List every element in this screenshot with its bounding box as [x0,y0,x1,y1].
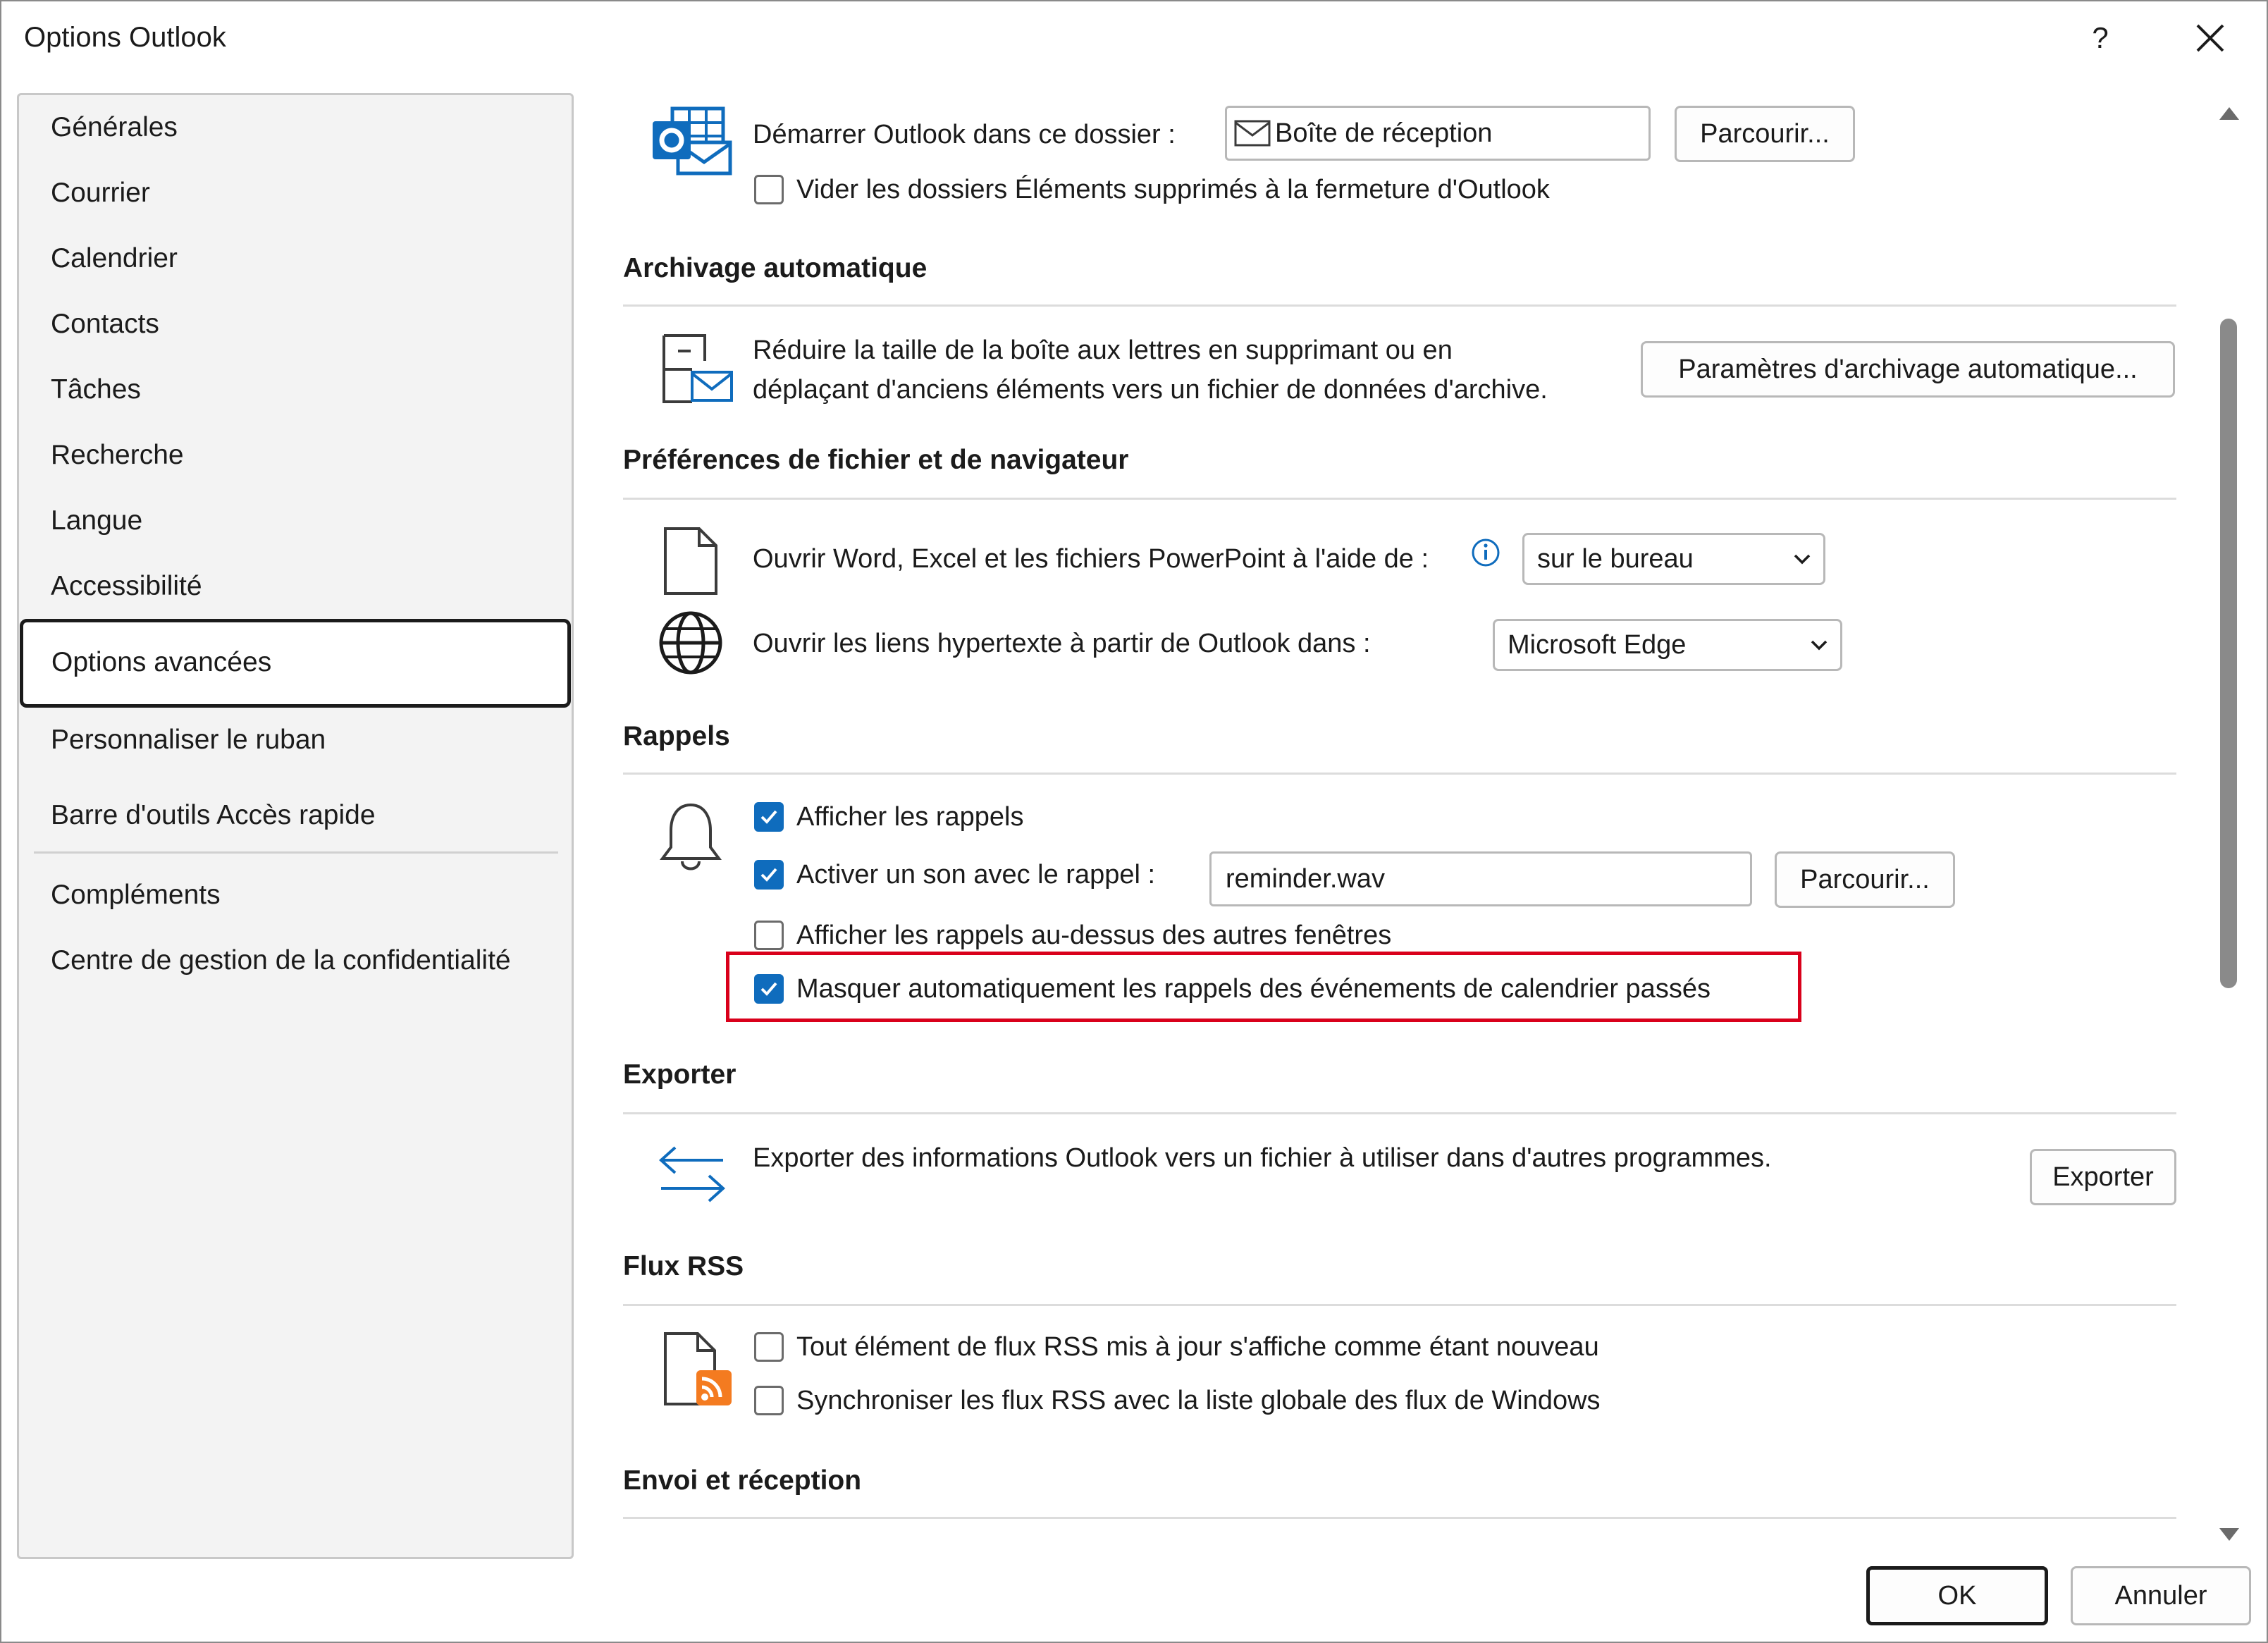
reminder-sound-field[interactable]: reminder.wav [1209,851,1752,906]
rss-sync-label: Synchroniser les flux RSS avec la liste … [796,1386,1601,1415]
open-files-select[interactable]: sur le bureau [1522,533,1825,585]
send-receive-header: Envoi et réception [623,1465,862,1496]
sidebar-item-contacts[interactable]: Contacts [51,308,159,340]
sidebar-item-centre-confidentialite[interactable]: Centre de gestion de la confidentialité [51,944,511,977]
rss-new-checkbox[interactable] [754,1332,784,1362]
sidebar-item-taches[interactable]: Tâches [51,374,141,406]
sidebar-item-courrier[interactable]: Courrier [51,177,150,209]
open-links-value: Microsoft Edge [1508,629,1687,660]
reminder-sound-label: Activer un son avec le rappel : [796,860,1156,890]
auto-dismiss-label: Masquer automatiquement les rappels des … [796,974,1711,1004]
autoarchive-description-line2: déplaçant d'anciens éléments vers un fic… [753,375,1548,405]
reminder-sound-checkbox[interactable] [754,860,784,890]
start-folder-label: Démarrer Outlook dans ce dossier : [753,120,1176,149]
export-arrows-icon [659,1146,725,1202]
open-files-value: sur le bureau [1537,543,1694,574]
rss-new-label: Tout élément de flux RSS mis à jour s'af… [796,1332,1599,1362]
start-folder-value: Boîte de réception [1275,118,1493,148]
sidebar-item-generales[interactable]: Générales [51,111,178,144]
sidebar-item-recherche[interactable]: Recherche [51,439,184,472]
sidebar-item-calendrier[interactable]: Calendrier [51,242,178,275]
sidebar-item-options-avancees[interactable]: Options avancées [20,619,571,708]
scroll-up-arrow-icon[interactable] [2217,104,2241,123]
show-reminders-label: Afficher les rappels [796,802,1024,832]
rss-sync-checkbox[interactable] [754,1386,784,1415]
content-scrollbar[interactable] [2209,94,2250,1558]
start-folder-browse-button[interactable]: Parcourir... [1675,106,1855,162]
checkmark-icon [760,810,777,824]
sidebar-divider [34,851,558,854]
auto-dismiss-checkbox[interactable] [754,974,784,1004]
archive-mailbox-icon [662,334,733,403]
rss-divider [623,1304,2176,1306]
window-title: Options Outlook [24,22,226,53]
chevron-down-icon [1811,640,1828,651]
scroll-down-arrow-icon[interactable] [2217,1525,2241,1544]
envelope-icon [1234,120,1271,147]
sidebar-item-complements[interactable]: Compléments [51,879,221,911]
sidebar-item-accessibilite[interactable]: Accessibilité [51,570,202,603]
rss-feed-icon [664,1332,732,1405]
open-links-label: Ouvrir les liens hypertexte à partir de … [753,629,1371,658]
autoarchive-divider [623,304,2176,307]
autoarchive-header: Archivage automatique [623,253,927,283]
rss-header: Flux RSS [623,1251,744,1281]
help-icon: ? [2092,21,2109,54]
open-files-label: Ouvrir Word, Excel et les fichiers Power… [753,544,1429,574]
start-folder-field[interactable]: Boîte de réception [1225,106,1651,161]
reminders-on-top-label: Afficher les rappels au-dessus des autre… [796,921,1392,950]
close-button[interactable] [2185,13,2236,63]
checkmark-icon [760,982,777,996]
globe-icon [659,611,722,675]
file-prefs-header: Préférences de fichier et de navigateur [623,445,1129,475]
reminders-header: Rappels [623,721,730,751]
document-icon [664,527,717,595]
info-icon[interactable] [1470,537,1501,568]
empty-deleted-label: Vider les dossiers Éléments supprimés à … [796,175,1550,204]
outlook-app-icon [653,106,732,176]
close-icon [2196,24,2224,52]
help-button[interactable]: ? [2079,13,2121,63]
export-header: Exporter [623,1059,737,1090]
send-receive-divider [623,1517,2176,1519]
file-prefs-divider [623,498,2176,500]
scrollbar-thumb[interactable] [2220,319,2237,988]
checkmark-icon [760,868,777,882]
autoarchive-description-line1: Réduire la taille de la boîte aux lettre… [753,336,1453,365]
show-reminders-checkbox[interactable] [754,802,784,832]
chevron-down-icon [1794,554,1811,565]
open-links-select[interactable]: Microsoft Edge [1493,619,1842,671]
empty-deleted-checkbox[interactable] [754,175,784,204]
autoarchive-settings-button[interactable]: Paramètres d'archivage automatique... [1641,341,2175,398]
export-description: Exporter des informations Outlook vers u… [753,1143,1772,1173]
export-divider [623,1112,2176,1114]
sidebar-item-langue[interactable]: Langue [51,505,142,537]
bell-icon [660,803,722,870]
sidebar-item-personnaliser-ruban[interactable]: Personnaliser le ruban [51,724,326,756]
sidebar-item-barre-outils[interactable]: Barre d'outils Accès rapide [51,799,376,832]
sidebar-item-label: Options avancées [51,647,272,677]
ok-button[interactable]: OK [1866,1566,2048,1625]
reminders-divider [623,773,2176,775]
export-button[interactable]: Exporter [2030,1149,2176,1205]
reminder-sound-value: reminder.wav [1226,863,1385,894]
reminder-sound-browse-button[interactable]: Parcourir... [1775,851,1955,908]
reminders-on-top-checkbox[interactable] [754,921,784,950]
cancel-button[interactable]: Annuler [2071,1566,2251,1625]
